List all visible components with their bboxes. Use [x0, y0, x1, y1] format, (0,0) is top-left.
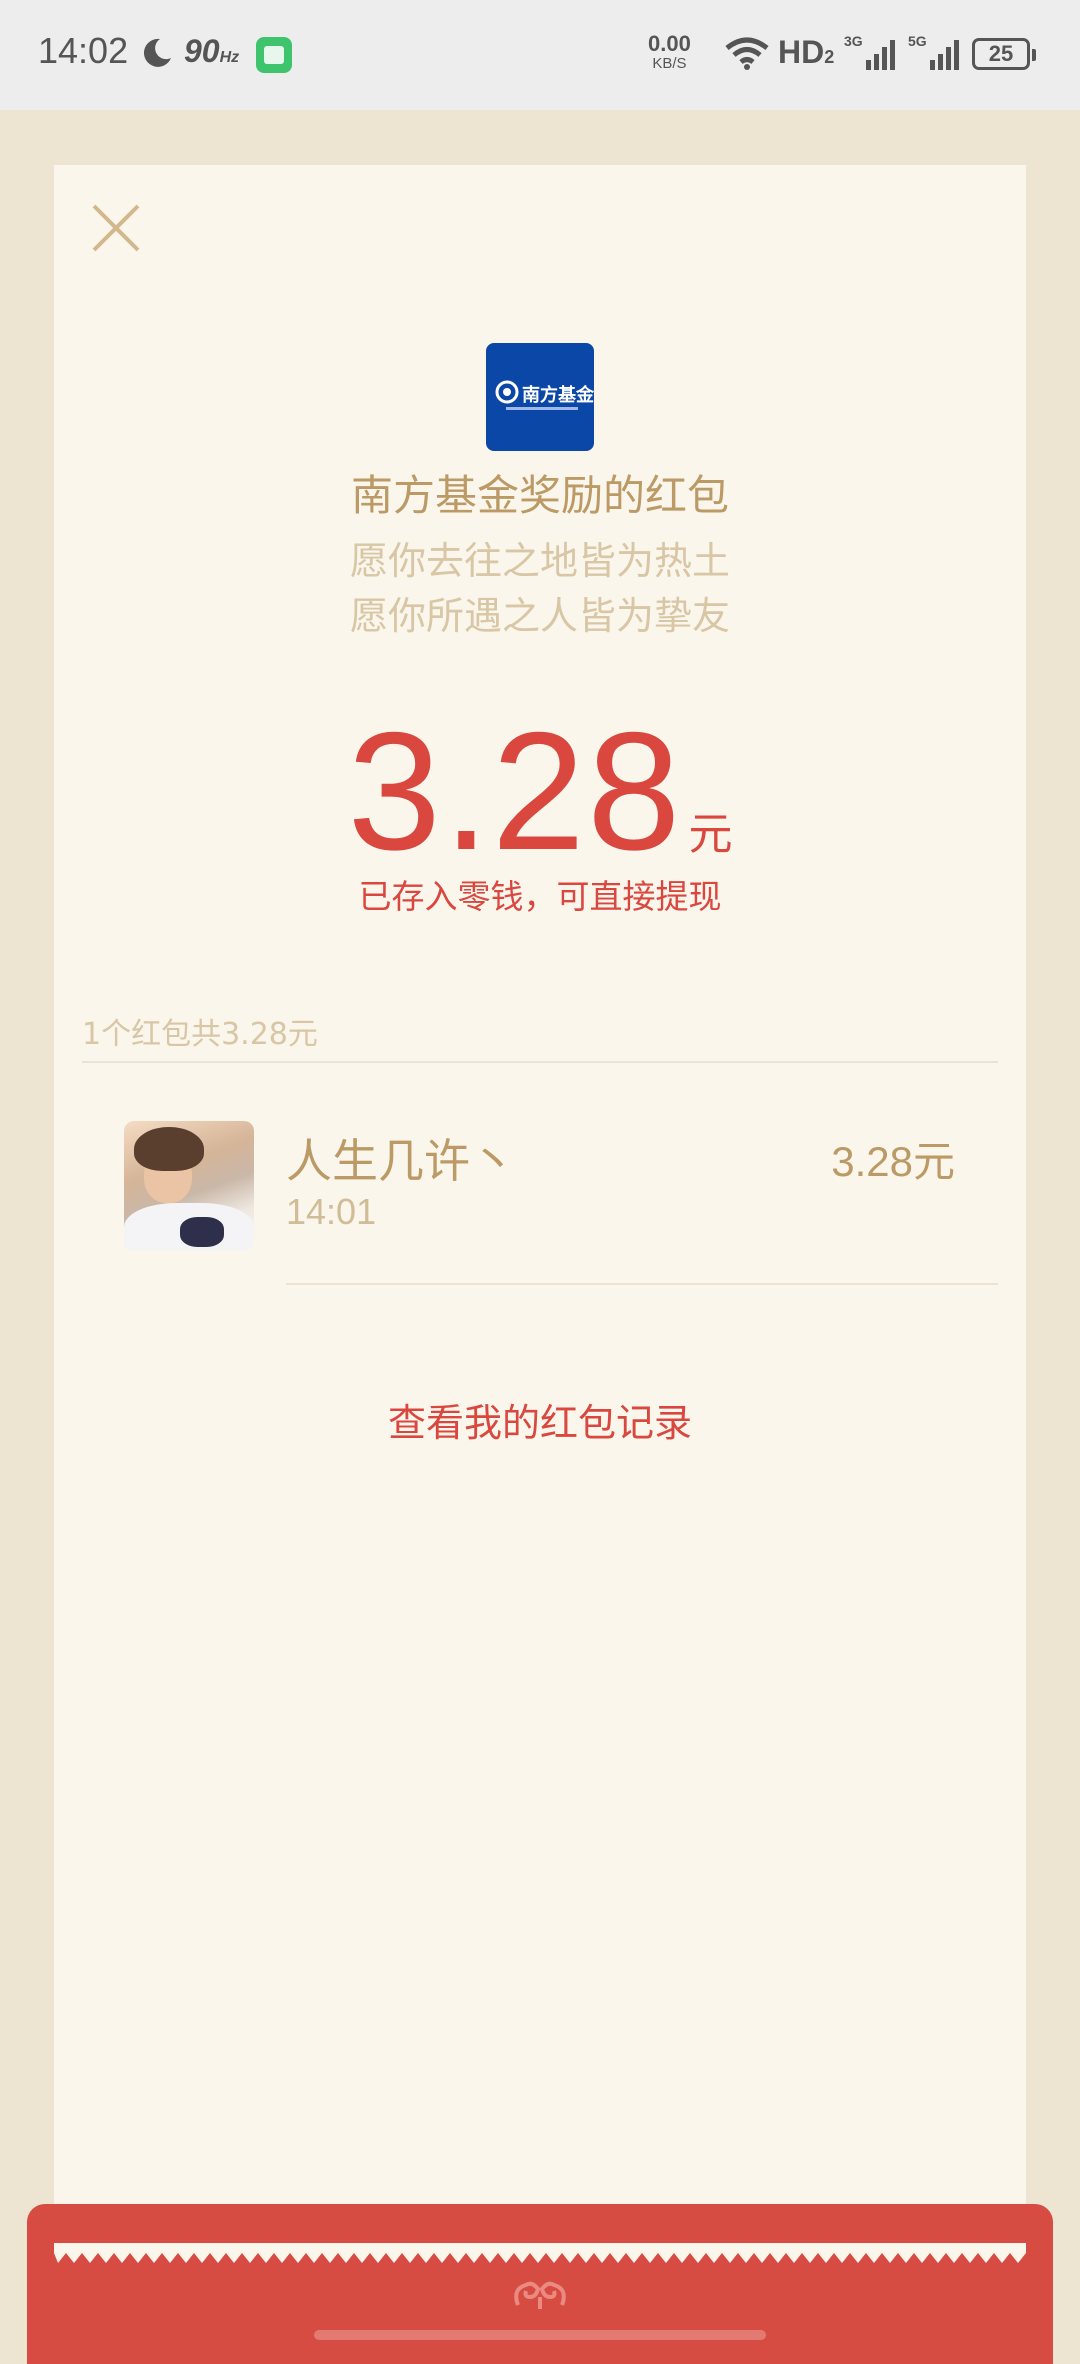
network-speed: 0.00 KB/S — [648, 31, 691, 73]
view-records-link[interactable]: 查看我的红包记录 — [0, 1392, 1080, 1447]
divider — [286, 1283, 998, 1285]
signal-3g-icon: 3G — [844, 33, 895, 70]
wifi-icon — [725, 37, 769, 70]
status-time: 14:02 — [38, 30, 129, 71]
wish-line-2: 愿你所遇之人皆为挚友 — [349, 594, 730, 638]
do-not-disturb-moon-icon — [143, 38, 171, 67]
home-indicator-bar[interactable] — [314, 2330, 766, 2340]
recipient-name: 人生几许丶 — [286, 1134, 516, 1188]
status-bar: 14:02 90Hz 0.00 KB/S HD2 3G 5G 25 — [0, 0, 1080, 110]
envelope-cloud-icon — [514, 2281, 566, 2309]
deposit-note[interactable]: 已存入零钱，可直接提现 — [0, 870, 1080, 918]
svg-text:3G: 3G — [844, 33, 863, 49]
packet-amount: 3.28 元 — [0, 695, 1080, 888]
sender-logo-swirl-icon — [495, 380, 519, 404]
sender-logo-underline — [506, 407, 578, 410]
avatar[interactable] — [124, 1121, 254, 1251]
divider — [82, 1061, 998, 1063]
battery-icon: 25 — [972, 38, 1036, 70]
amount-unit: 元 — [688, 809, 733, 860]
svg-text:5G: 5G — [908, 33, 927, 49]
sender-logo-text: 南方基金 — [522, 385, 594, 406]
amount-value: 3.28 — [347, 697, 683, 885]
packet-summary: 1个红包共3.28元 — [82, 1017, 318, 1052]
recipient-amount: 3.28元 — [831, 1138, 955, 1185]
hd-voice-indicator: HD2 — [778, 34, 835, 70]
message-app-icon — [256, 37, 292, 73]
signal-5g-icon: 5G — [908, 33, 959, 70]
refresh-rate-indicator: 90Hz — [184, 33, 240, 69]
recipient-time: 14:01 — [286, 1191, 377, 1232]
packet-title: 南方基金奖励的红包 — [350, 471, 729, 520]
wish-line-1: 愿你去往之地皆为热土 — [349, 539, 730, 583]
sender-logo: 南方基金 — [486, 343, 594, 451]
close-icon[interactable] — [88, 200, 144, 256]
envelope-zigzag-edge — [54, 2243, 1026, 2263]
